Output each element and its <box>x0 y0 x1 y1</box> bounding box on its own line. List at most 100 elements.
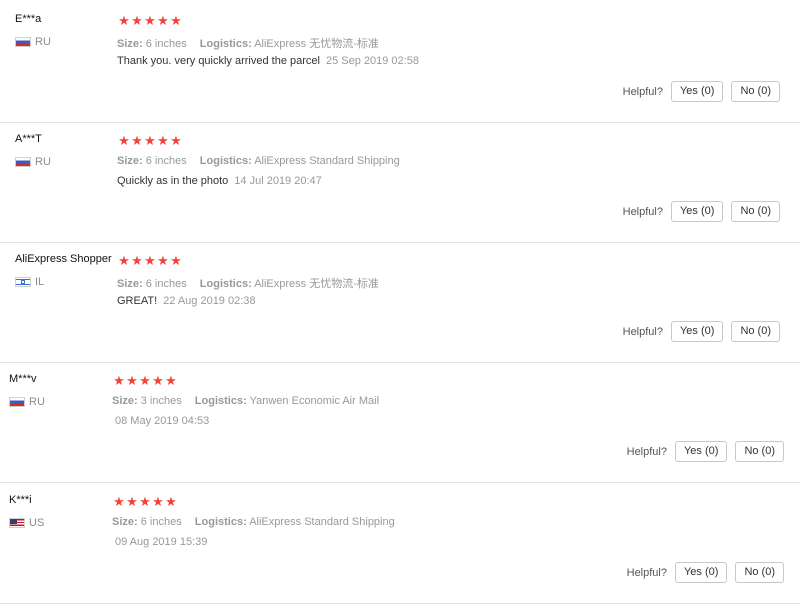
review-item: AliExpress Shopper IL ★ ★ ★ ★ ★ Size: 6 inch… <box>0 243 800 363</box>
review-item: M***v RU ★ ★ ★ ★ ★ Size: 3 inches Logistics:… <box>0 363 800 483</box>
star-icon: ★ <box>170 13 183 28</box>
logistics-label: Logistics: <box>199 38 252 50</box>
usa-flag-icon <box>9 518 25 528</box>
logistics-label: Logistics: <box>199 278 252 290</box>
review-date: 08 May 2019 04:53 <box>115 415 210 427</box>
helpful-label: Helpful? <box>622 325 663 338</box>
country-code: RU <box>35 156 51 168</box>
helpful-no-button[interactable]: No (0) <box>731 81 780 102</box>
country-code: US <box>29 517 45 529</box>
size-value: 6 inches <box>145 278 187 290</box>
helpful-no-button[interactable]: No (0) <box>735 441 784 462</box>
review-text: GREAT! <box>117 295 158 307</box>
review-date: 25 Sep 2019 02:58 <box>325 55 419 67</box>
helpful-label: Helpful? <box>622 85 663 98</box>
review-content: 08 May 2019 04:53 <box>112 415 209 427</box>
helpful-vote: Helpful? Yes (0) No (0) <box>627 441 784 462</box>
star-rating: ★ ★ ★ ★ ★ <box>118 13 183 29</box>
russia-flag-icon <box>15 37 31 47</box>
star-icon: ★ <box>170 133 183 148</box>
country-code: IL <box>35 276 45 288</box>
review-content: 09 Aug 2019 15:39 <box>112 536 207 548</box>
star-icon: ★ <box>113 373 126 388</box>
helpful-vote: Helpful? Yes (0) No (0) <box>623 81 780 102</box>
star-icon: ★ <box>131 13 144 28</box>
star-icon: ★ <box>144 253 157 268</box>
star-rating: ★ ★ ★ ★ ★ <box>113 494 178 510</box>
helpful-yes-button[interactable]: Yes (0) <box>670 321 724 342</box>
star-icon: ★ <box>118 13 131 28</box>
star-icon: ★ <box>118 133 131 148</box>
helpful-vote: Helpful? Yes (0) No (0) <box>623 321 780 342</box>
star-icon: ★ <box>157 13 170 28</box>
logistics-value: AliExpress 无忧物流-标准 <box>254 38 379 50</box>
star-rating: ★ ★ ★ ★ ★ <box>118 253 183 269</box>
star-rating: ★ ★ ★ ★ ★ <box>113 373 178 389</box>
review-meta: Size: 6 inches Logistics: AliExpress 无忧物… <box>117 275 389 291</box>
reviewer-name: M***v <box>9 373 37 385</box>
star-icon: ★ <box>152 494 165 509</box>
star-rating: ★ ★ ★ ★ ★ <box>118 133 183 149</box>
size-label: Size: <box>117 38 143 50</box>
logistics-label: Logistics: <box>194 516 247 528</box>
star-icon: ★ <box>165 494 178 509</box>
star-icon: ★ <box>157 133 170 148</box>
reviewer-name: A***T <box>15 133 42 145</box>
review-date: 22 Aug 2019 02:38 <box>163 295 256 307</box>
helpful-vote: Helpful? Yes (0) No (0) <box>627 562 784 583</box>
helpful-label: Helpful? <box>626 445 667 458</box>
israel-flag-icon <box>15 277 31 287</box>
helpful-label: Helpful? <box>622 205 663 218</box>
star-icon: ★ <box>126 494 139 509</box>
size-label: Size: <box>117 155 143 167</box>
review-item: A***T RU ★ ★ ★ ★ ★ Size: 6 inches Logistics:… <box>0 123 800 243</box>
reviewer-name: E***a <box>15 13 42 25</box>
review-item: E***a RU ★ ★ ★ ★ ★ Size: 6 inches Logistics:… <box>0 3 800 123</box>
logistics-value: AliExpress Standard Shipping <box>254 155 400 167</box>
helpful-yes-button[interactable]: Yes (0) <box>670 81 724 102</box>
logistics-label: Logistics: <box>194 395 247 407</box>
size-label: Size: <box>112 395 138 407</box>
review-content: GREAT! 22 Aug 2019 02:38 <box>117 295 256 307</box>
review-text: Quickly as in the photo <box>117 175 229 187</box>
logistics-value: AliExpress Standard Shipping <box>249 516 395 528</box>
reviewer-country: RU <box>9 396 45 408</box>
helpful-no-button[interactable]: No (0) <box>735 562 784 583</box>
review-date: 14 Jul 2019 20:47 <box>234 175 322 187</box>
star-icon: ★ <box>126 373 139 388</box>
russia-flag-icon <box>15 157 31 167</box>
star-icon: ★ <box>170 253 183 268</box>
helpful-vote: Helpful? Yes (0) No (0) <box>623 201 780 222</box>
logistics-label: Logistics: <box>199 155 252 167</box>
size-label: Size: <box>112 516 138 528</box>
star-icon: ★ <box>131 253 144 268</box>
helpful-no-button[interactable]: No (0) <box>731 201 780 222</box>
star-icon: ★ <box>131 133 144 148</box>
helpful-label: Helpful? <box>626 566 667 579</box>
star-icon: ★ <box>144 133 157 148</box>
helpful-no-button[interactable]: No (0) <box>731 321 780 342</box>
star-icon: ★ <box>152 373 165 388</box>
logistics-value: Yanwen Economic Air Mail <box>249 395 380 407</box>
reviewer-name: AliExpress Shopper <box>15 253 112 265</box>
review-meta: Size: 3 inches Logistics: Yanwen Economi… <box>112 395 389 407</box>
review-content: Quickly as in the photo 14 Jul 2019 20:47 <box>117 175 322 187</box>
reviewer-country: US <box>9 517 44 529</box>
helpful-yes-button[interactable]: Yes (0) <box>674 441 728 462</box>
reviewer-country: RU <box>15 36 51 48</box>
russia-flag-icon <box>9 397 25 407</box>
size-value: 6 inches <box>145 38 187 50</box>
review-meta: Size: 6 inches Logistics: AliExpress Sta… <box>112 516 405 528</box>
star-icon: ★ <box>157 253 170 268</box>
star-icon: ★ <box>118 253 131 268</box>
country-code: RU <box>29 396 45 408</box>
review-meta: Size: 6 inches Logistics: AliExpress Sta… <box>117 155 410 167</box>
helpful-yes-button[interactable]: Yes (0) <box>674 562 728 583</box>
helpful-yes-button[interactable]: Yes (0) <box>670 201 724 222</box>
reviewer-name: K***i <box>9 494 32 506</box>
review-item: K***i US ★ ★ ★ ★ ★ Size: 6 inches Logistics:… <box>0 484 800 604</box>
review-meta: Size: 6 inches Logistics: AliExpress 无忧物… <box>117 35 389 51</box>
size-value: 6 inches <box>140 516 182 528</box>
reviewer-country: RU <box>15 156 51 168</box>
star-icon: ★ <box>165 373 178 388</box>
